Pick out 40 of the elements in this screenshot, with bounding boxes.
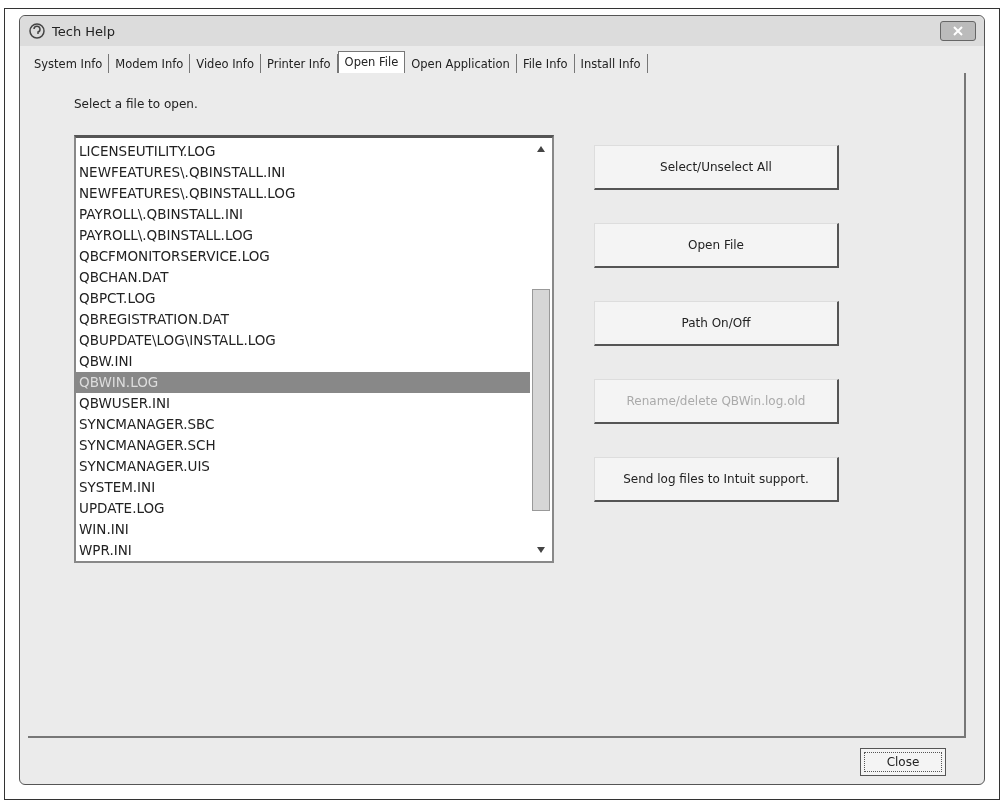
tab[interactable]: Printer Info: [260, 54, 338, 73]
tab[interactable]: System Info: [28, 54, 110, 73]
file-item[interactable]: SYSTEM.INI: [76, 477, 530, 498]
file-list[interactable]: [74, 135, 554, 563]
action-button[interactable]: Open File: [594, 223, 839, 268]
scroll-thumb[interactable]: [532, 288, 550, 511]
help-icon: [28, 22, 46, 40]
file-item[interactable]: NEWFEATURES\.QBINSTALL.LOG: [76, 183, 530, 204]
file-item[interactable]: LICENSEUTILITY.LOG: [76, 141, 530, 162]
file-item[interactable]: QBPCT.LOG: [76, 288, 530, 309]
file-item[interactable]: SYNCMANAGER.SCH: [76, 435, 530, 456]
file-item[interactable]: WPR.INI: [76, 540, 530, 561]
file-item[interactable]: QBUPDATE\LOG\INSTALL.LOG: [76, 330, 530, 351]
tab[interactable]: File Info: [516, 54, 575, 73]
file-item[interactable]: QBREGISTRATION.DAT: [76, 309, 530, 330]
window-title: Tech Help: [52, 23, 116, 39]
scroll-down-icon[interactable]: [537, 547, 545, 553]
file-item[interactable]: SYNCMANAGER.UIS: [76, 456, 530, 477]
close-button[interactable]: Close: [860, 748, 946, 776]
file-item[interactable]: QBW.INI: [76, 351, 530, 372]
file-item[interactable]: UPDATE.LOG: [76, 498, 530, 519]
tab[interactable]: Open Application: [405, 54, 517, 73]
tab[interactable]: Open File: [337, 51, 406, 73]
action-button[interactable]: Path On/Off: [594, 301, 839, 346]
file-item[interactable]: PAYROLL\.QBINSTALL.INI: [76, 204, 530, 225]
action-button[interactable]: Send log files to Intuit support.: [594, 457, 839, 502]
close-icon[interactable]: [940, 21, 976, 41]
file-item[interactable]: NEWFEATURES\.QBINSTALL.INI: [76, 162, 530, 183]
file-item[interactable]: PAYROLL\.QBINSTALL.LOG: [76, 225, 530, 246]
tab[interactable]: Video Info: [190, 54, 261, 73]
file-item[interactable]: QBCFMONITORSERVICE.LOG: [76, 246, 530, 267]
prompt-label: Select a file to open.: [74, 97, 199, 111]
file-item[interactable]: QBWUSER.INI: [76, 393, 530, 414]
file-item[interactable]: WIN.INI: [76, 519, 530, 540]
tab[interactable]: Install Info: [574, 54, 648, 73]
file-item[interactable]: QBCHAN.DAT: [76, 267, 530, 288]
scroll-up-icon[interactable]: [537, 146, 545, 152]
file-item[interactable]: SYNCMANAGER.SBC: [76, 414, 530, 435]
tab[interactable]: Modem Info: [109, 54, 191, 73]
action-button[interactable]: Select/Unselect All: [594, 145, 839, 190]
